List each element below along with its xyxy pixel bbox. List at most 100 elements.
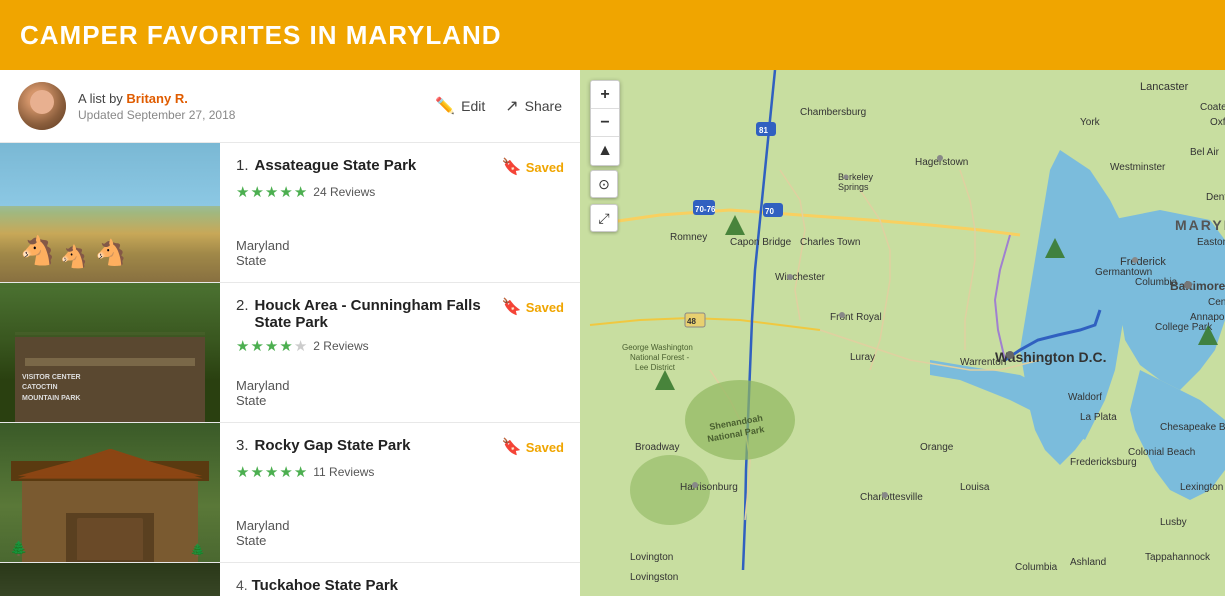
svg-text:Berkeley: Berkeley [838, 172, 874, 182]
list-item: 🌲 🌲 3. Rocky Gap State Park [0, 423, 580, 563]
saved-text-1: Saved [526, 160, 564, 175]
map-zoom-controls: + − ▲ [590, 80, 620, 166]
svg-text:Coatesville: Coatesville [1200, 102, 1225, 113]
star-3: ★ [265, 183, 278, 201]
map-panel: Lancaster Coatesville Chambersburg York … [580, 70, 1225, 596]
svg-text:Harrisonburg: Harrisonburg [680, 482, 738, 493]
location-type-1: State [236, 253, 564, 268]
svg-text:Front Royal: Front Royal [830, 312, 882, 323]
item-title-3[interactable]: Rocky Gap State Park [255, 437, 411, 454]
item-image-1: 🐴 🐴 🐴 [0, 143, 220, 282]
svg-text:Charles Town: Charles Town [800, 237, 860, 248]
item-image-bg-3: 🌲 🌲 [0, 423, 220, 562]
svg-text:81: 81 [759, 126, 768, 135]
location-type-3: State [236, 533, 564, 548]
item-title-1[interactable]: Assateague State Park [255, 157, 417, 174]
item-details-2: 2. Houck Area - Cunningham Falls State P… [220, 283, 580, 422]
svg-text:Colonial Beach: Colonial Beach [1128, 447, 1195, 458]
edit-icon: ✏️ [435, 96, 455, 116]
item-top-1: 1. Assateague State Park 🔖 Saved ★ [236, 157, 564, 209]
item-image-2: VISITOR CENTERCATOCTINMOUNTAIN PARK [0, 283, 220, 422]
share-button[interactable]: ↗ Share [505, 96, 562, 116]
stars-row-1: ★ ★ ★ ★ ★ 24 Reviews [236, 183, 564, 201]
edit-label: Edit [461, 98, 485, 114]
item-location-1: Maryland State [236, 238, 564, 268]
map-svg: Lancaster Coatesville Chambersburg York … [580, 70, 1225, 596]
zoom-out-button[interactable]: − [591, 109, 619, 137]
item-number-4: 4. [236, 577, 248, 593]
main-content: A list by Britany R. Updated September 2… [0, 70, 1225, 596]
svg-text:70: 70 [765, 207, 774, 216]
svg-text:Louisa: Louisa [960, 482, 990, 493]
list-item: 🐴 🐴 🐴 1. Assateague State Park [0, 143, 580, 283]
svg-text:Broadway: Broadway [635, 442, 679, 453]
list-item: VISITOR CENTERCATOCTINMOUNTAIN PARK 2. H… [0, 283, 580, 423]
saved-badge-2: 🔖 Saved [502, 297, 564, 317]
location-state-3: Maryland [236, 518, 564, 533]
locate-button[interactable]: ⊙ [590, 170, 618, 198]
intro-text: A list by [78, 91, 123, 106]
item-image-bg-2: VISITOR CENTERCATOCTINMOUNTAIN PARK [0, 283, 220, 422]
reset-north-button[interactable]: ▲ [591, 137, 619, 165]
item-details-4: 4. Tuckahoe State Park [220, 563, 414, 596]
stars-2: ★ ★ ★ ★ ★ [236, 337, 307, 355]
item-number-title-2: 2. Houck Area - Cunningham Falls State P… [236, 297, 502, 331]
campsite-list: 🐴 🐴 🐴 1. Assateague State Park [0, 143, 580, 596]
item-title-2[interactable]: Houck Area - Cunningham Falls State Park [255, 297, 502, 331]
star-2: ★ [250, 337, 263, 355]
svg-text:Waldorf: Waldorf [1068, 392, 1102, 403]
stars-row-2: ★ ★ ★ ★ ★ 2 Reviews [236, 337, 564, 355]
location-state-2: Maryland [236, 378, 564, 393]
bookmark-icon-1: 🔖 [502, 157, 522, 177]
svg-text:National Forest -: National Forest - [630, 353, 689, 362]
svg-text:Ashland: Ashland [1070, 557, 1106, 568]
svg-text:Lexington Park: Lexington Park [1180, 482, 1225, 493]
star-1: ★ [236, 337, 249, 355]
star-4: ★ [279, 183, 292, 201]
item-title-row-2: 2. Houck Area - Cunningham Falls State P… [236, 297, 564, 331]
item-details-3: 3. Rocky Gap State Park 🔖 Saved ★ [220, 423, 580, 562]
svg-text:Germantown: Germantown [1095, 267, 1152, 278]
svg-text:Lee District: Lee District [635, 363, 676, 372]
item-title-4[interactable]: Tuckahoe State Park [252, 577, 398, 594]
item-top-2: 2. Houck Area - Cunningham Falls State P… [236, 297, 564, 363]
item-location-3: Maryland State [236, 518, 564, 548]
stars-3: ★ ★ ★ ★ ★ [236, 463, 307, 481]
svg-text:Denton: Denton [1206, 192, 1225, 203]
avatar [18, 82, 66, 130]
updated-text: Updated September 27, 2018 [78, 108, 235, 122]
svg-text:Lancaster: Lancaster [1140, 81, 1189, 93]
author-intro-text: A list by Britany R. [78, 91, 235, 106]
svg-text:48: 48 [687, 317, 696, 326]
review-count-2: 2 Reviews [313, 339, 368, 353]
author-details: A list by Britany R. Updated September 2… [78, 91, 235, 122]
fullscreen-button[interactable]: ⤢ [590, 204, 618, 232]
item-details-1: 1. Assateague State Park 🔖 Saved ★ [220, 143, 580, 282]
star-5: ★ [294, 337, 307, 355]
action-buttons: ✏️ Edit ↗ Share [435, 96, 562, 116]
svg-text:Westminster: Westminster [1110, 162, 1166, 173]
stars-1: ★ ★ ★ ★ ★ [236, 183, 307, 201]
author-link[interactable]: Britany R. [126, 91, 187, 106]
item-number-title-3: 3. Rocky Gap State Park [236, 437, 410, 454]
location-state-1: Maryland [236, 238, 564, 253]
bookmark-icon-3: 🔖 [502, 437, 522, 457]
svg-text:Bel Air: Bel Air [1190, 147, 1220, 158]
svg-text:Orange: Orange [920, 442, 954, 453]
svg-text:70-76: 70-76 [695, 205, 716, 214]
author-bar: A list by Britany R. Updated September 2… [0, 70, 580, 143]
item-image-4 [0, 563, 220, 596]
star-5: ★ [294, 463, 307, 481]
item-location-2: Maryland State [236, 378, 564, 408]
svg-text:Lusby: Lusby [1160, 517, 1187, 528]
svg-text:York: York [1080, 117, 1101, 128]
star-2: ★ [250, 463, 263, 481]
bookmark-icon-2: 🔖 [502, 297, 522, 317]
map-container: Lancaster Coatesville Chambersburg York … [580, 70, 1225, 596]
zoom-in-button[interactable]: + [591, 81, 619, 109]
item-image-bg-1: 🐴 🐴 🐴 [0, 143, 220, 282]
list-item: 4. Tuckahoe State Park [0, 563, 580, 596]
saved-badge-3: 🔖 Saved [502, 437, 564, 457]
svg-text:Columbia: Columbia [1015, 562, 1058, 573]
edit-button[interactable]: ✏️ Edit [435, 96, 485, 116]
